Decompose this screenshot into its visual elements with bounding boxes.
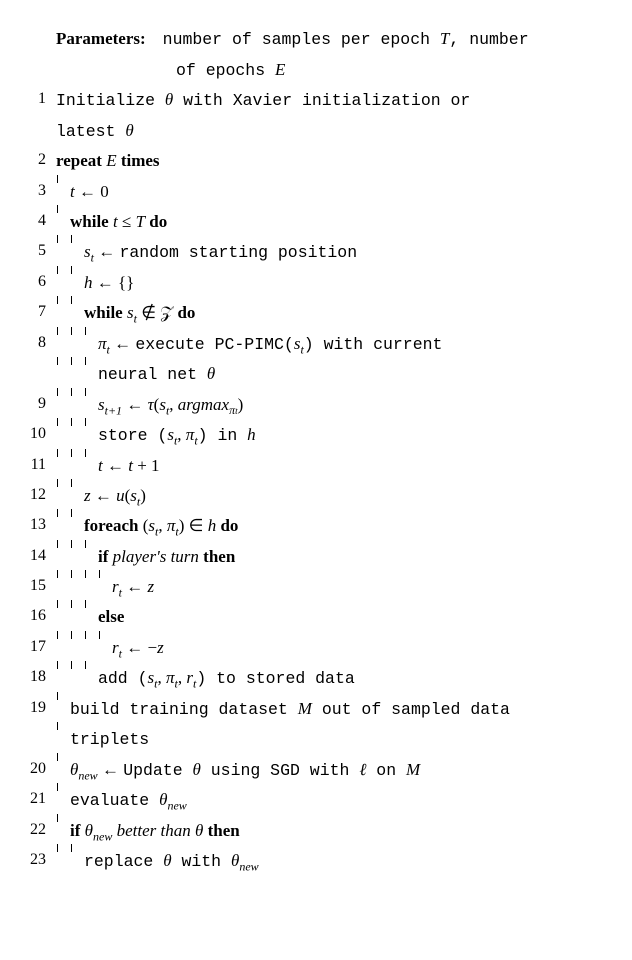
line-19: 19 build training dataset M out of sampl… <box>18 694 602 725</box>
line-2: 2 repeat E times <box>18 146 602 176</box>
lineno: 22 <box>18 818 52 843</box>
params-line-2: of epochs E <box>18 55 602 86</box>
line-17: 17 rt ← −z <box>18 633 602 663</box>
lineno: 5 <box>18 239 52 264</box>
line-1-cont: latest θ <box>18 116 602 147</box>
lineno: 10 <box>18 422 52 447</box>
var-E: E <box>275 60 285 79</box>
lineno: 12 <box>18 483 52 508</box>
lineno: 17 <box>18 635 52 660</box>
line-18: 18 add (st, πt, rt) to stored data <box>18 663 602 694</box>
params-label: Parameters: <box>56 29 146 48</box>
lineno: 7 <box>18 300 52 325</box>
algorithm-block: Parameters: number of samples per epoch … <box>18 24 602 877</box>
lineno: 1 <box>18 87 52 112</box>
lineno: 8 <box>18 331 52 356</box>
line-23: 23 replace θ with θnew <box>18 846 602 877</box>
lineno: 2 <box>18 148 52 173</box>
lineno: 6 <box>18 270 52 295</box>
lineno: 19 <box>18 696 52 721</box>
lineno: 13 <box>18 513 52 538</box>
line-13: 13 foreach (st, πt) ∈ h do <box>18 511 602 541</box>
line-22: 22 if θnew better than θ then <box>18 816 602 846</box>
line-9: 9 st+1 ← τ(st, argmaxπt) <box>18 390 602 420</box>
line-10: 10 store (st, πt) in h <box>18 420 602 451</box>
line-12: 12 z ← u(st) <box>18 481 602 511</box>
lineno: 20 <box>18 757 52 782</box>
text: , number <box>449 30 528 49</box>
line-7: 7 while st ∉ 𝒵 do <box>18 298 602 328</box>
text: number of samples per epoch <box>163 30 440 49</box>
lineno: 15 <box>18 574 52 599</box>
var-T: T <box>440 29 449 48</box>
line-1: 1 Initialize θ with Xavier initializatio… <box>18 85 602 116</box>
line-8-cont: neural net θ <box>18 359 602 390</box>
lineno: 9 <box>18 392 52 417</box>
line-21: 21 evaluate θnew <box>18 785 602 816</box>
line-20: 20 θnew ← Update θ using SGD with ℓ on M <box>18 755 602 786</box>
line-4: 4 while t ≤ T do <box>18 207 602 237</box>
line-8: 8 πt ← execute PC-PIMC(st) with current <box>18 329 602 360</box>
lineno: 16 <box>18 604 52 629</box>
lineno: 3 <box>18 179 52 204</box>
line-19-cont: triplets <box>18 724 602 755</box>
params-line-1: Parameters: number of samples per epoch … <box>18 24 602 55</box>
lineno: 18 <box>18 665 52 690</box>
text: of epochs <box>176 61 275 80</box>
lineno: 23 <box>18 848 52 873</box>
line-3: 3 t ← 0 <box>18 177 602 207</box>
line-15: 15 rt ← z <box>18 572 602 602</box>
line-6: 6 h ← {} <box>18 268 602 298</box>
line-14: 14 if player's turn then <box>18 542 602 572</box>
lineno: 11 <box>18 453 52 478</box>
lineno: 4 <box>18 209 52 234</box>
lineno: 21 <box>18 787 52 812</box>
line-11: 11 t ← t + 1 <box>18 451 602 481</box>
line-5: 5 st ← random starting position <box>18 237 602 268</box>
line-16: 16 else <box>18 602 602 632</box>
lineno: 14 <box>18 544 52 569</box>
